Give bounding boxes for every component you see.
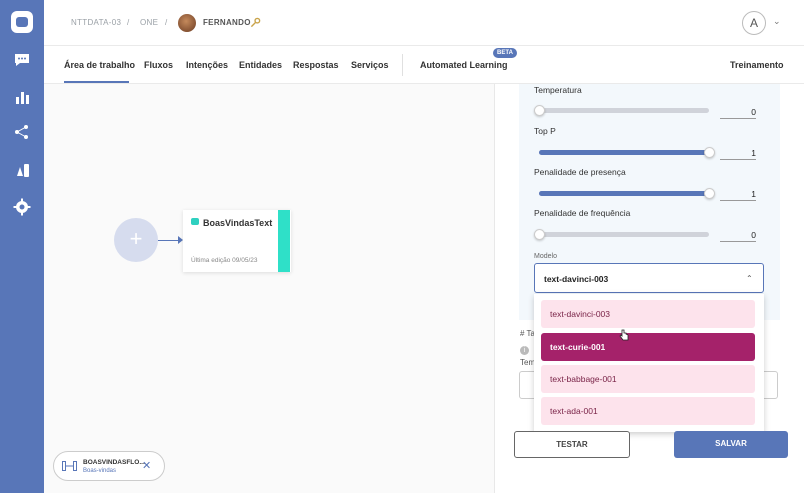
settings-icon[interactable] (12, 197, 32, 217)
hand-cursor-icon (619, 329, 629, 341)
node-connector (158, 240, 180, 241)
tab-entidades[interactable]: Entidades (239, 60, 282, 70)
model-option[interactable]: text-ada-001 (541, 397, 755, 425)
tab-respostas[interactable]: Respostas (293, 60, 339, 70)
flask-icon[interactable] (12, 160, 32, 180)
breadcrumb-workspace[interactable]: NTTDATA-03 (71, 18, 121, 27)
app-logo[interactable] (11, 11, 33, 33)
message-icon (191, 218, 199, 225)
info-icon: i (520, 346, 529, 355)
breadcrumb-user[interactable]: FERNANDO (203, 18, 251, 27)
active-tab-indicator (64, 81, 129, 83)
tab-area-de-trabalho[interactable]: Área de trabalho (64, 60, 135, 70)
value-temperatura[interactable]: 0 (720, 107, 756, 119)
slider-top-p[interactable] (539, 150, 709, 155)
model-option[interactable]: text-davinci-003 (541, 300, 755, 328)
slider-thumb[interactable] (704, 188, 715, 199)
flow-node-title: BoasVindasText (203, 218, 273, 228)
breadcrumb-separator: / (127, 18, 130, 27)
flow-canvas[interactable] (44, 84, 494, 493)
network-icon[interactable] (12, 122, 32, 142)
model-option[interactable]: text-babbage-001 (541, 365, 755, 393)
tab-intencoes[interactable]: Intenções (186, 60, 228, 70)
tab-fluxos[interactable]: Fluxos (144, 60, 173, 70)
account-avatar[interactable]: A (742, 11, 766, 35)
param-label-temperatura: Temperatura (534, 85, 582, 95)
add-node-button[interactable]: + (114, 218, 158, 262)
user-photo-avatar (178, 14, 196, 32)
tab-divider (402, 54, 403, 76)
tab-bar: Área de trabalho Fluxos Intenções Entida… (44, 46, 804, 84)
param-label-top-p: Top P (534, 126, 556, 136)
flow-node-subtitle: Última edição 09/05/23 (191, 257, 258, 264)
value-top-p[interactable]: 1 (720, 148, 756, 160)
flow-icon (62, 461, 77, 471)
model-label: Modelo (534, 253, 557, 260)
value-presenca[interactable]: 1 (720, 189, 756, 201)
param-label-presenca: Penalidade de presença (534, 167, 626, 177)
param-label-frequencia: Penalidade de frequência (534, 208, 631, 218)
save-button[interactable]: SALVAR (674, 431, 788, 458)
slider-temperatura[interactable] (539, 108, 709, 113)
chat-icon[interactable] (12, 50, 32, 70)
tab-servicos[interactable]: Serviços (351, 60, 389, 70)
breadcrumb-separator: / (165, 18, 168, 27)
flow-chip-subtitle: Boas-vindas (83, 468, 117, 474)
slider-thumb[interactable] (704, 147, 715, 158)
flow-chip-title: BOASVINDASFLO... (83, 459, 145, 466)
slider-thumb[interactable] (534, 105, 545, 116)
breadcrumb-bot[interactable]: ONE (140, 18, 158, 27)
tag-label: # Ta (520, 329, 535, 338)
sidebar (0, 0, 44, 493)
slider-thumb[interactable] (534, 229, 545, 240)
key-icon (250, 17, 261, 28)
top-bar: NTTDATA-03 / ONE / FERNANDO A ⌄ (44, 0, 804, 46)
close-icon[interactable]: ✕ (142, 459, 151, 472)
slider-frequencia[interactable] (539, 232, 709, 237)
model-option-highlighted[interactable]: text-curie-001 (541, 333, 755, 361)
chevron-up-icon[interactable]: ⌃ (746, 274, 753, 283)
flow-node-accent (278, 210, 290, 272)
value-frequencia[interactable]: 0 (720, 230, 756, 242)
chevron-down-icon[interactable]: ⌄ (773, 16, 781, 27)
beta-badge: BETA (493, 48, 517, 58)
model-selected-value: text-davinci-003 (544, 274, 609, 284)
field-label: Tem (520, 358, 536, 367)
test-button[interactable]: TESTAR (514, 431, 630, 458)
slider-presenca[interactable] (539, 191, 709, 196)
analytics-icon[interactable] (12, 87, 32, 107)
tab-treinamento[interactable]: Treinamento (730, 60, 784, 70)
tab-automated-learning[interactable]: Automated Learning (420, 60, 508, 70)
